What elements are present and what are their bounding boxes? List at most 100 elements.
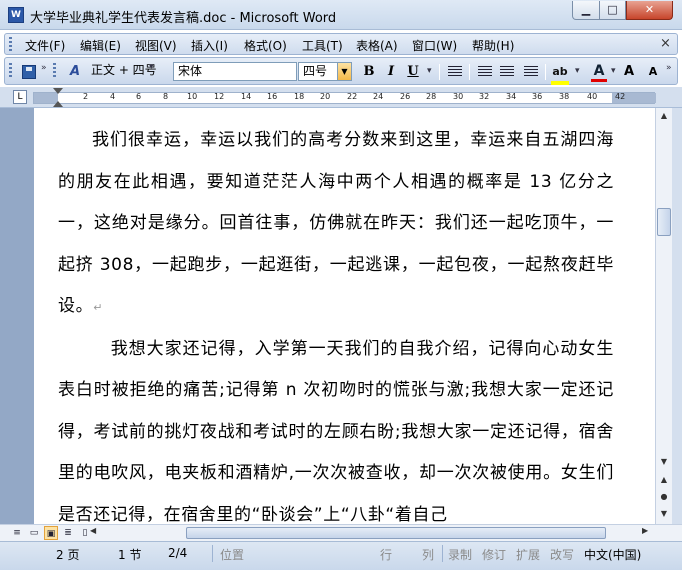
menubar-grip[interactable]	[9, 37, 12, 51]
status-page: 2 页	[56, 548, 80, 562]
status-position: 位置	[220, 548, 245, 562]
menu-file[interactable]: 文件(F)	[25, 37, 65, 54]
status-track-changes[interactable]: 修订	[482, 546, 506, 563]
save-button[interactable]	[19, 62, 39, 82]
save-disk-icon	[22, 65, 36, 79]
status-language[interactable]: 中文(中国)	[584, 546, 641, 563]
word-app-icon[interactable]: W	[8, 7, 24, 23]
maximize-button[interactable]: □	[599, 1, 626, 20]
ruler-tick: 12	[214, 92, 225, 101]
previous-page-icon[interactable]: ▲	[656, 472, 672, 488]
status-overtype[interactable]: 改写	[550, 546, 574, 563]
bold-button[interactable]: B	[359, 62, 379, 82]
horizontal-scroll-row: ≡ ▭ ▣ ≣ ▯ ◀ ▶	[0, 524, 682, 541]
hanging-indent-marker[interactable]	[53, 101, 63, 107]
menu-table[interactable]: 表格(A)	[356, 37, 398, 54]
ruler-tick: 8	[163, 92, 169, 101]
menu-window[interactable]: 窗口(W)	[412, 37, 457, 54]
toolbar-options-chevron-icon[interactable]: »	[41, 63, 47, 73]
close-document-button[interactable]: ×	[660, 36, 671, 51]
highlight-dropdown-icon[interactable]: ▾	[575, 66, 580, 76]
underline-button[interactable]: U	[403, 62, 423, 82]
horizontal-ruler[interactable]: 2 4 6 8 10 12 14 16 18 20 22 24 26 28 30…	[33, 92, 656, 104]
ruler-tick: 32	[479, 92, 490, 101]
numbered-list-button[interactable]	[475, 62, 495, 82]
outline-view-icon[interactable]: ≣	[61, 526, 75, 540]
status-column: 列	[422, 548, 435, 562]
toolbar-grip[interactable]	[9, 63, 12, 79]
first-line-indent-marker[interactable]	[53, 88, 63, 94]
increase-indent-button[interactable]	[521, 62, 541, 82]
font-size-select[interactable]: 四号	[298, 62, 338, 81]
ruler-tick: 2	[83, 92, 89, 101]
highlight-color-bar	[551, 81, 569, 85]
menu-bar: 文件(F) 编辑(E) 视图(V) 插入(I) 格式(O) 工具(T) 表格(A…	[4, 33, 678, 55]
font-select[interactable]: 宋体	[173, 62, 297, 81]
font-color-button[interactable]: A	[589, 62, 609, 82]
indent-icon	[524, 66, 538, 77]
menu-tools[interactable]: 工具(T)	[302, 37, 343, 54]
print-layout-view-icon[interactable]: ▣	[44, 526, 58, 540]
font-color-label: A	[593, 63, 605, 79]
ruler-tick: 14	[241, 92, 252, 101]
ruler-tick: 34	[506, 92, 517, 101]
align-justify-icon	[448, 66, 462, 77]
horizontal-scroll-thumb[interactable]	[186, 527, 606, 539]
menu-view[interactable]: 视图(V)	[135, 37, 177, 54]
menu-edit[interactable]: 编辑(E)	[80, 37, 121, 54]
menu-format[interactable]: 格式(O)	[244, 37, 287, 54]
menu-insert[interactable]: 插入(I)	[191, 37, 228, 54]
scroll-up-arrow-icon[interactable]: ▲	[656, 108, 672, 124]
grow-font-button[interactable]: A	[619, 62, 639, 82]
bulleted-list-icon	[500, 66, 514, 77]
status-separator	[442, 545, 443, 562]
paragraph[interactable]: 我们很幸运，幸运以我们的高考分数来到这里，幸运来自五湖四海的朋友在此相遇，要知道…	[58, 120, 614, 329]
toolbar-separator	[439, 64, 440, 80]
bulleted-list-button[interactable]	[497, 62, 517, 82]
select-browse-object-icon[interactable]: ●	[656, 489, 672, 505]
font-size-dropdown-arrow-icon[interactable]: ▼	[337, 62, 352, 81]
italic-button[interactable]: I	[381, 62, 401, 82]
tab-selector[interactable]: L	[13, 90, 27, 104]
highlight-button[interactable]: ab	[549, 62, 571, 85]
toolbar-separator	[545, 64, 546, 80]
styles-formatting-button[interactable]: A	[63, 62, 87, 82]
status-section: 1 节	[118, 548, 142, 562]
paragraph-mark: ↵	[93, 301, 104, 314]
underline-dropdown-icon[interactable]: ▾	[427, 66, 432, 76]
highlight-label: ab	[552, 65, 568, 78]
document-area: 我们很幸运，幸运以我们的高考分数来到这里，幸运来自五湖四海的朋友在此相遇，要知道…	[0, 108, 655, 524]
vertical-scrollbar[interactable]: ▲ ▼ ▲ ● ▼	[655, 108, 672, 524]
document-body[interactable]: 我们很幸运，幸运以我们的高考分数来到这里，幸运来自五湖四海的朋友在此相遇，要知道…	[58, 120, 614, 524]
paragraph[interactable]: 我想大家还记得，入学第一天我们的自我介绍，记得向心动女生表白时被拒绝的痛苦;记得…	[58, 329, 614, 525]
toolbar-overflow-chevron-icon[interactable]: »	[666, 63, 672, 73]
ruler-tick: 26	[400, 92, 411, 101]
close-window-button[interactable]: ✕	[626, 1, 673, 20]
style-select[interactable]: 正文 + 四号	[87, 62, 167, 81]
style-dropdown-arrow-icon[interactable]: ▾	[149, 62, 154, 72]
scroll-right-arrow-icon[interactable]: ▶	[642, 526, 648, 535]
menu-help[interactable]: 帮助(H)	[472, 37, 514, 54]
align-justify-button[interactable]	[445, 62, 465, 82]
ruler-tick: 10	[187, 92, 198, 101]
status-separator	[212, 545, 213, 562]
minimize-button[interactable]: ▁	[572, 1, 600, 20]
paragraph-text: 我们很幸运，幸运以我们的高考分数来到这里，幸运来自五湖四海的朋友在此相遇，要知道…	[58, 130, 614, 316]
status-record[interactable]: 录制	[448, 546, 472, 563]
scroll-down-arrow-icon[interactable]: ▼	[656, 454, 672, 470]
web-layout-view-icon[interactable]: ▭	[27, 526, 41, 540]
scroll-left-arrow-icon[interactable]: ◀	[90, 526, 96, 535]
font-color-dropdown-icon[interactable]: ▾	[611, 66, 616, 76]
shrink-font-button[interactable]: A	[643, 62, 663, 82]
document-page[interactable]: 我们很幸运，幸运以我们的高考分数来到这里，幸运来自五湖四海的朋友在此相遇，要知道…	[34, 108, 655, 524]
title-bar: W 大学毕业典礼学生代表发言稿.doc - Microsoft Word ▁ □…	[0, 0, 682, 30]
normal-view-icon[interactable]: ≡	[10, 526, 24, 540]
status-extend[interactable]: 扩展	[516, 546, 540, 563]
next-page-icon[interactable]: ▼	[656, 506, 672, 522]
paragraph-text: 我想大家还记得，入学第一天我们的自我介绍，记得向心动女生表白时被拒绝的痛苦;记得…	[58, 338, 614, 525]
vertical-scroll-thumb[interactable]	[657, 208, 671, 236]
ruler-tick: 20	[320, 92, 331, 101]
ruler-tick: 36	[532, 92, 543, 101]
toolbar2-grip[interactable]	[53, 63, 56, 79]
ruler-tick: 18	[294, 92, 305, 101]
